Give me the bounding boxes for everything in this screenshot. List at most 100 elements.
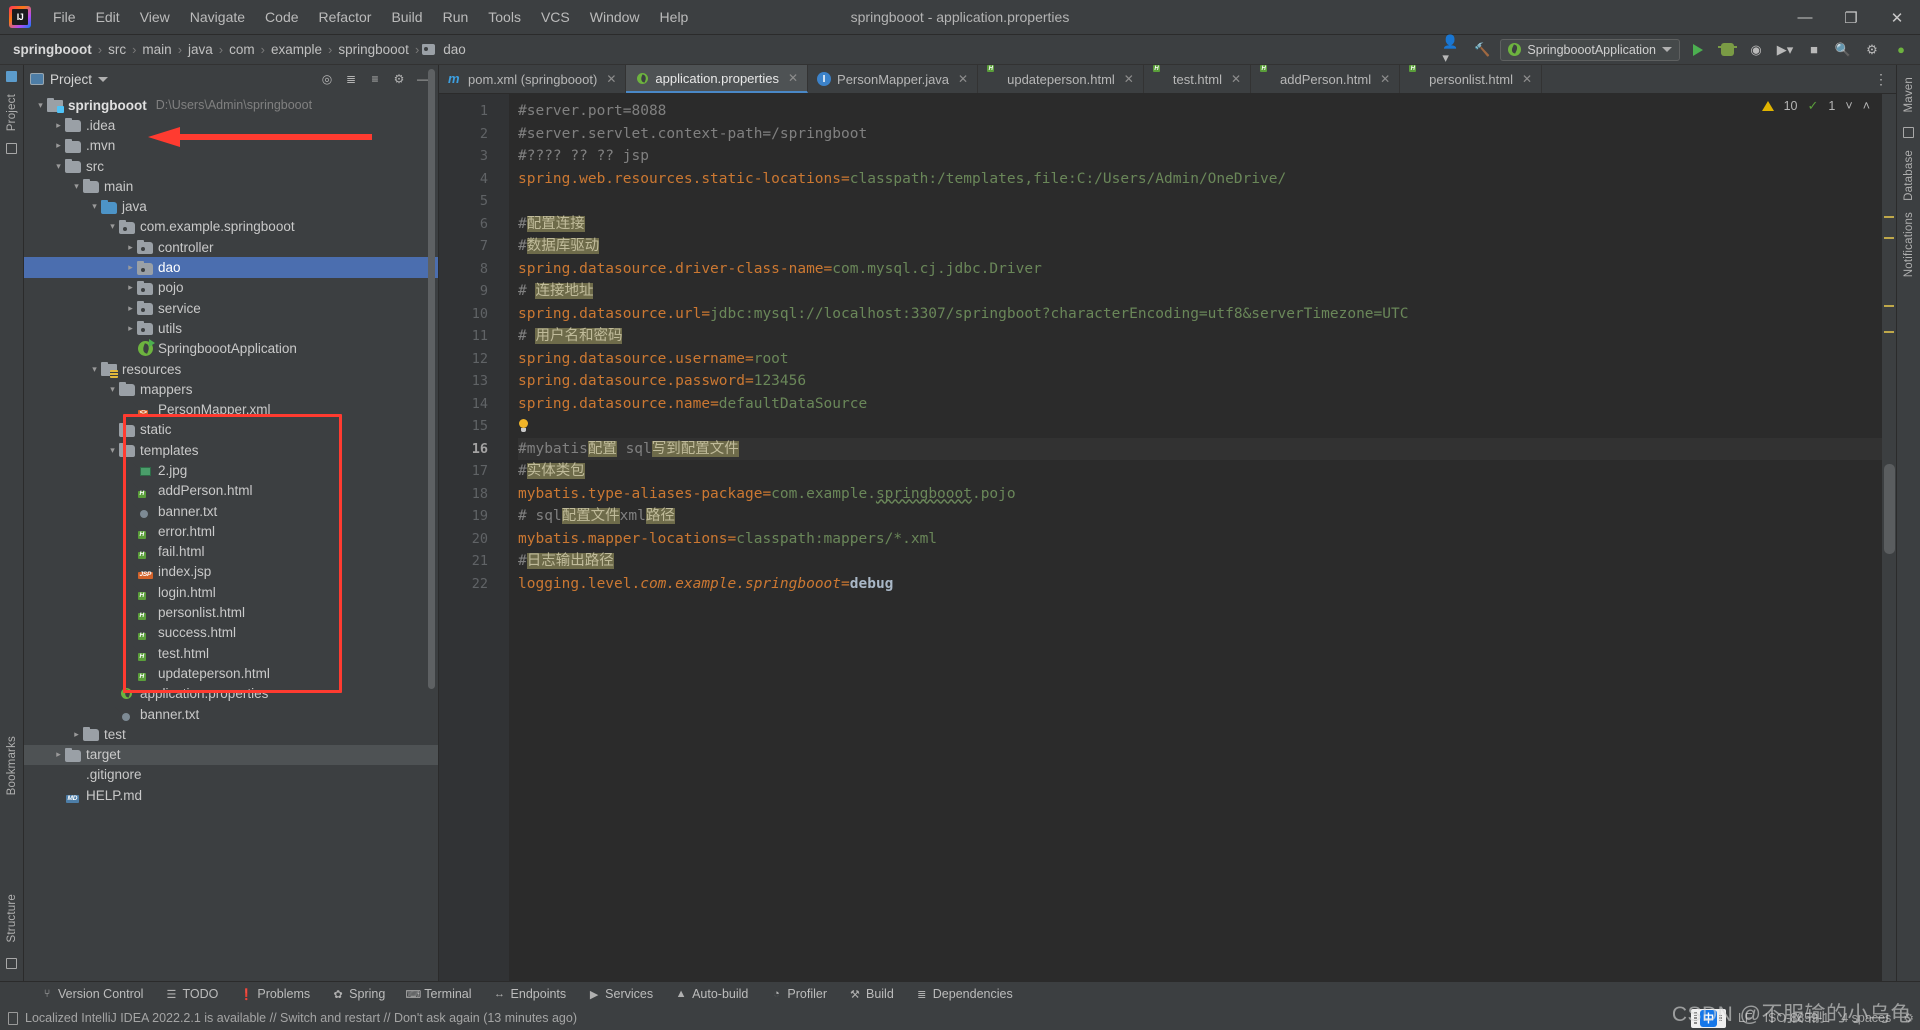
chevron-right-icon[interactable]: ▸ [52,749,65,760]
tree-node-pojo[interactable]: ▸ pojo [24,278,438,298]
tree-node-personlist-html[interactable]: Hpersonlist.html [24,602,438,622]
tree-node-fail-html[interactable]: Hfail.html [24,542,438,562]
menu-window[interactable]: Window [580,5,650,29]
left-strip-label-structure[interactable]: Structure [6,888,18,948]
menu-refactor[interactable]: Refactor [309,5,382,29]
code-line[interactable]: #实体类包 [518,460,1896,483]
tree-node-personmapper-xml[interactable]: <> PersonMapper.xml [24,399,438,419]
editor-tab-addperson-html[interactable]: HaddPerson.html ✕ [1251,65,1401,93]
close-icon[interactable]: ✕ [1124,72,1134,86]
breadcrumb-item-project[interactable]: springbooot [10,42,95,57]
editor-tab-updateperson-html[interactable]: Hupdateperson.html ✕ [978,65,1144,93]
chevron-down-icon[interactable]: ▾ [52,161,65,172]
code-line[interactable]: spring.datasource.password=123456 [518,370,1896,393]
breadcrumb[interactable]: springbooot › src › main › java › com › … [10,42,469,57]
ime-indicator[interactable]: 中 [1690,1008,1726,1028]
tool-window-button-services[interactable]: ▶ Services [577,987,664,1001]
line-separator-indicator[interactable]: LF [1738,1011,1753,1025]
editor-code-area[interactable]: 1 2 3 4 5 6 7 8 9 10 11 12 13 14 15 16 17 18 19 20 21 22 #ser… [439,94,1896,981]
tool-window-button-build[interactable]: ⚒ Build [838,987,905,1001]
tree-node--idea[interactable]: ▸ .idea [24,115,438,135]
breadcrumb-item-java[interactable]: java [185,42,216,57]
chevron-right-icon[interactable]: ▸ [124,262,137,273]
tree-node-dao[interactable]: ▸ dao [24,257,438,278]
left-strip-label-bookmarks[interactable]: Bookmarks [6,730,18,801]
editor-tab-personlist-html[interactable]: Hpersonlist.html ✕ [1400,65,1543,93]
expand-all-icon[interactable]: ≣ [342,70,360,88]
menu-tools[interactable]: Tools [478,5,531,29]
database-tool-window-icon[interactable] [1903,126,1914,138]
code-line[interactable]: #server.servlet.context-path=/springboot [518,123,1896,146]
tree-node-resources[interactable]: ▾ resources [24,359,438,379]
breadcrumb-item-com[interactable]: com [226,42,258,57]
close-icon[interactable]: ✕ [606,72,616,86]
marker-stripe[interactable] [1884,305,1894,307]
chevron-down-icon[interactable]: ▾ [34,100,47,111]
code-line[interactable]: mybatis.type-aliases-package=com.example… [518,483,1896,506]
maximize-button[interactable]: ❐ [1828,0,1874,35]
tree-node-banner-txt[interactable]: banner.txt [24,704,438,724]
code-line[interactable]: spring.datasource.name=defaultDataSource [518,393,1896,416]
breadcrumb-item-src[interactable]: src [105,42,129,57]
tool-window-button-profiler[interactable]: ◔ Profiler [759,987,838,1001]
inspection-widget[interactable]: 10 ✓ 1 ˅ ˄ [1761,98,1870,114]
structure-tool-window-icon[interactable] [6,958,17,969]
user-avatar-icon[interactable]: 👤▾ [1442,34,1464,65]
chevron-up-icon[interactable]: ˄ [1863,99,1870,113]
debug-button[interactable] [1716,39,1738,61]
menu-navigate[interactable]: Navigate [180,5,255,29]
tree-node-2-jpg[interactable]: 2.jpg [24,460,438,480]
left-strip-label-project[interactable]: Project [6,88,18,137]
tree-node-error-html[interactable]: Herror.html [24,521,438,541]
breadcrumb-item-springbooot[interactable]: springbooot [335,42,412,57]
hammer-build-icon[interactable]: 🔨 [1471,39,1493,61]
tool-window-button-dependencies[interactable]: ≣ Dependencies [905,987,1024,1001]
code-line[interactable]: #日志输出路径 [518,550,1896,573]
chevron-down-icon[interactable]: ▾ [88,201,101,212]
tree-node-index-jsp[interactable]: JSP index.jsp [24,562,438,582]
project-tree-scrollbar[interactable] [427,65,436,981]
menu-view[interactable]: View [130,5,180,29]
code-line[interactable]: #配置连接 [518,213,1896,236]
tree-node-target[interactable]: ▸ target [24,744,438,765]
close-icon[interactable]: ✕ [788,71,798,85]
indent-indicator[interactable]: 4 spaces [1841,1011,1891,1025]
editor-tab-application-properties[interactable]: application.properties ✕ [626,65,809,93]
updates-icon[interactable]: ● [1890,39,1912,61]
editor-scroll-thumb[interactable] [1884,464,1895,554]
more-run-options-button[interactable]: ▶▾ [1774,39,1796,61]
tree-node-login-html[interactable]: Hlogin.html [24,582,438,602]
tree-node-templates[interactable]: ▾ templates [24,440,438,460]
tree-node-mappers[interactable]: ▾ mappers [24,379,438,399]
code-line[interactable]: spring.datasource.driver-class-name=com.… [518,258,1896,281]
ime-language-icon[interactable]: 中 [1699,1009,1717,1027]
editor-text[interactable]: #server.port=8088 #server.servlet.context… [509,94,1896,981]
project-tree[interactable]: ▾ springbooot D:\Users\Admin\springbooot ▸.… [24,93,438,981]
window-controls[interactable]: — ❐ ✕ [1782,0,1920,35]
run-with-coverage-button[interactable]: ◉ [1745,39,1767,61]
code-line[interactable]: spring.web.resources.static-locations=cl… [518,168,1896,191]
marker-stripe[interactable] [1884,216,1894,218]
tree-node-application-properties[interactable]: application.properties [24,684,438,704]
editor-fold-column[interactable] [497,94,509,981]
select-opened-file-icon[interactable]: ◎ [318,70,336,88]
editor-tabs[interactable]: m pom.xml (springbooot) ✕ application.prope… [439,65,1896,94]
tool-window-button-auto-build[interactable]: ▲ Auto-build [664,987,759,1001]
code-line[interactable]: #server.port=8088 [518,100,1896,123]
close-icon[interactable]: ✕ [1380,72,1390,86]
ime-menu-icon[interactable] [1718,1014,1723,1022]
code-line[interactable]: spring.datasource.url=jdbc:mysql://local… [518,303,1896,326]
encoding-indicator[interactable]: ISO-8859-1 [1765,1011,1830,1025]
chevron-down-icon[interactable]: ˅ [1845,99,1852,113]
project-tree-scroll-thumb[interactable] [428,69,435,689]
tree-node-test-html[interactable]: Htest.html [24,643,438,663]
code-line[interactable]: logging.level.com.example.springbooot=de… [518,573,1896,596]
tool-window-bar[interactable]: ⑂ Version Control ☰ TODO ❗ Problems ✿ Spring ⌨ Te… [0,981,1920,1006]
close-icon[interactable]: ✕ [958,72,968,86]
tree-node-springboootapplication[interactable]: SpringboootApplication [24,339,438,359]
tree-node-help-md[interactable]: MD HELP.md [24,785,438,805]
right-strip-label-notifications[interactable]: Notifications [1903,206,1915,283]
menu-vcs[interactable]: VCS [531,5,580,29]
breadcrumb-item-dao[interactable]: dao [440,42,469,57]
chevron-down-icon[interactable] [98,76,109,82]
